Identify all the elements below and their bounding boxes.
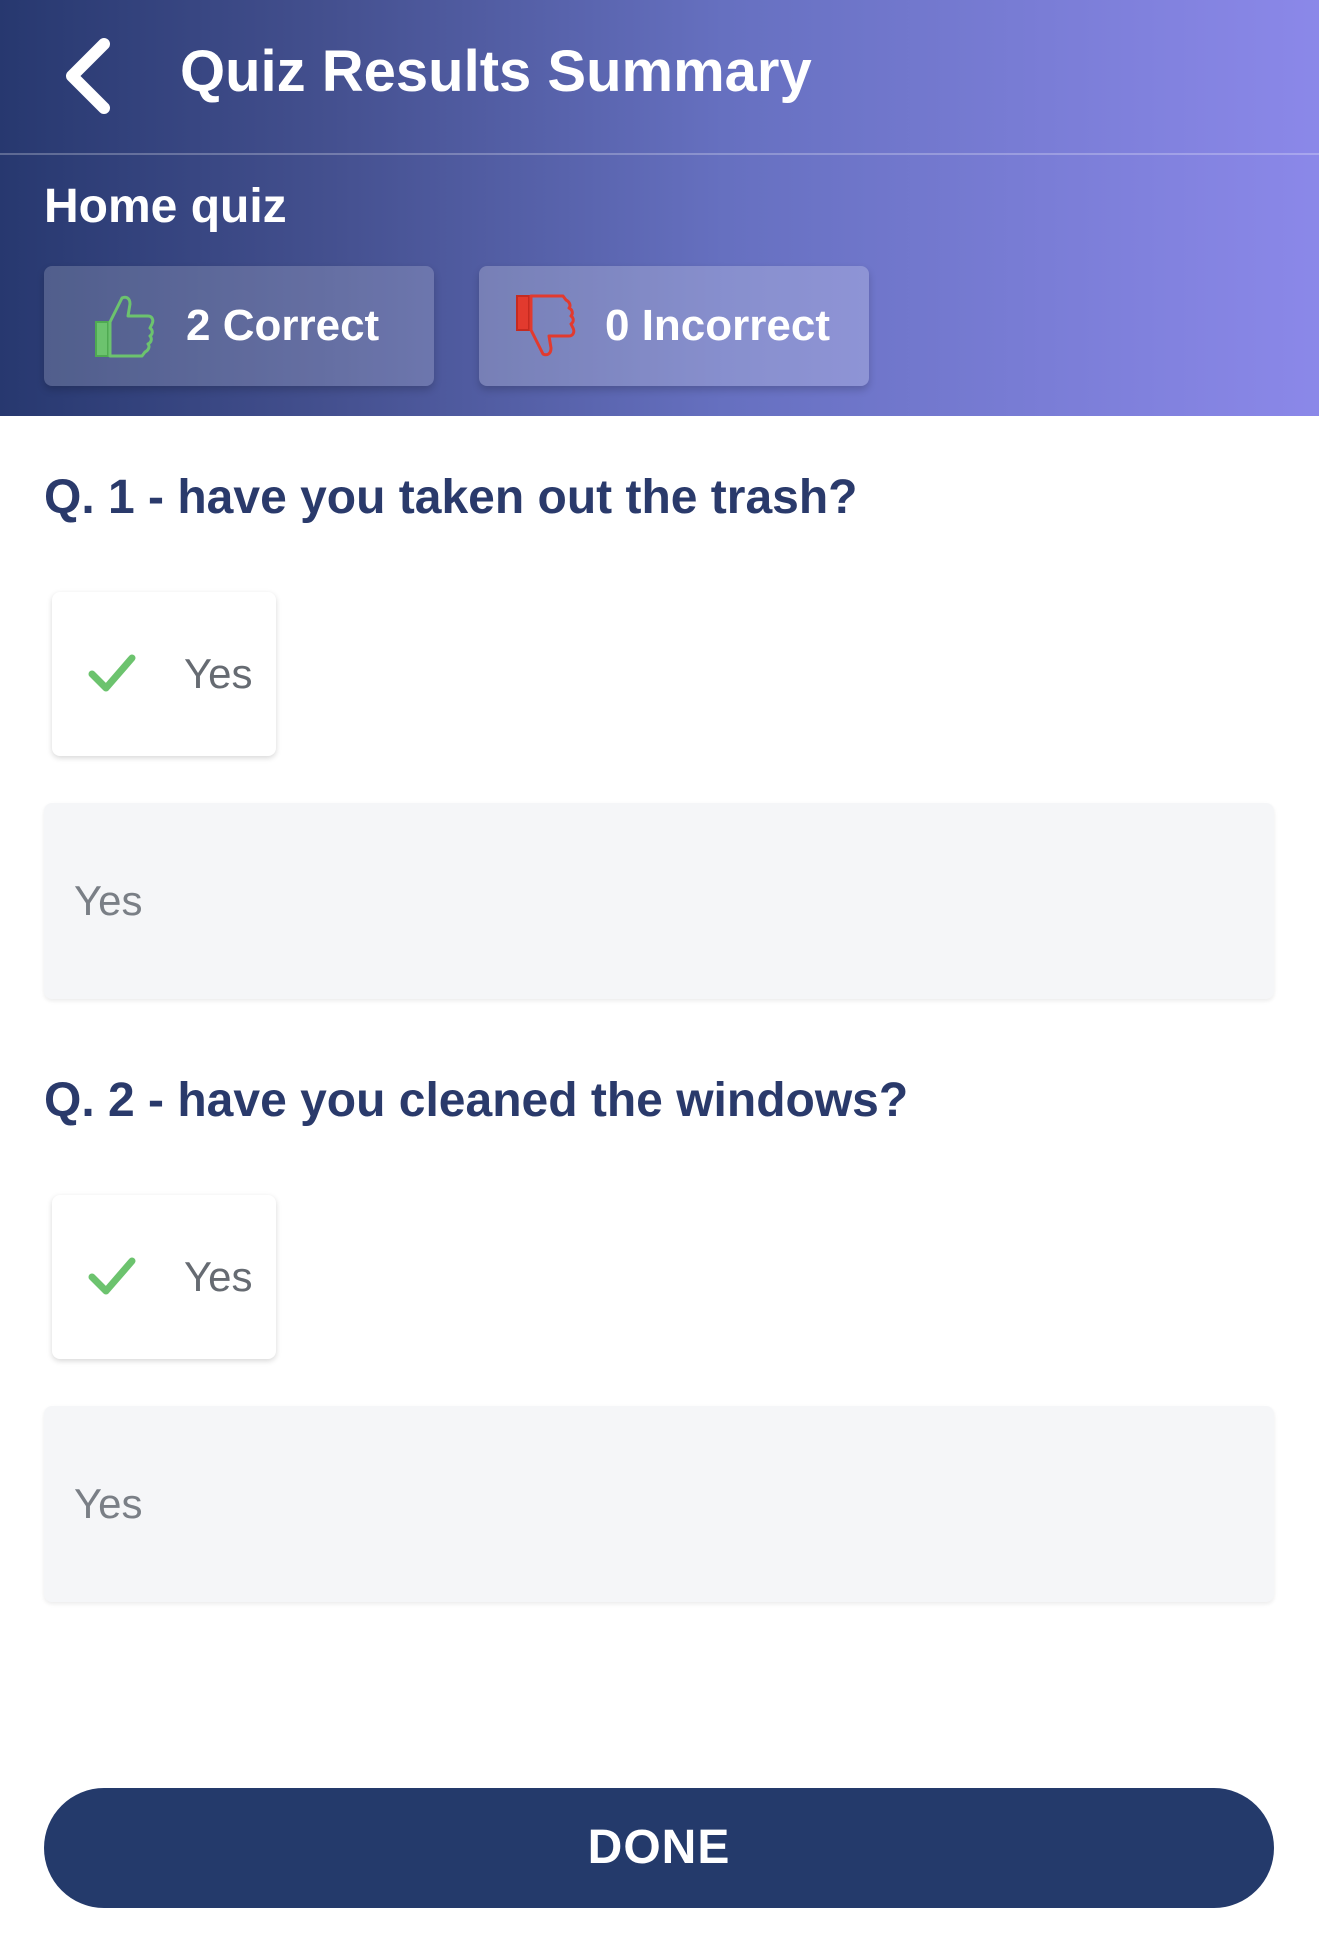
incorrect-count-badge: 0 Incorrect	[479, 266, 869, 386]
answer-option-label: Yes	[184, 1253, 253, 1300]
back-button[interactable]	[52, 34, 132, 118]
thumbs-up-icon	[92, 292, 156, 360]
response-box: Yes	[44, 1406, 1274, 1602]
thumbs-down-icon	[513, 292, 577, 360]
answer-option[interactable]: Yes	[52, 1195, 276, 1359]
quiz-name: Home quiz	[44, 180, 287, 233]
question-title: Q. 1 - have you taken out the trash?	[44, 471, 858, 524]
answer-option[interactable]: Yes	[52, 592, 276, 756]
response-text: Yes	[74, 1480, 143, 1527]
done-button[interactable]: DONE	[44, 1788, 1274, 1908]
check-icon	[86, 1253, 138, 1297]
correct-count-badge: 2 Correct	[44, 266, 434, 386]
incorrect-count-label: 0 Incorrect	[605, 301, 830, 350]
chevron-left-icon	[66, 38, 110, 114]
results-header: Quiz Results Summary Home quiz 2 Correct…	[0, 0, 1319, 416]
answer-option-label: Yes	[184, 650, 253, 697]
response-text: Yes	[74, 877, 143, 924]
check-icon	[86, 650, 138, 694]
response-box: Yes	[44, 803, 1274, 999]
page-title: Quiz Results Summary	[180, 39, 812, 104]
question-title: Q. 2 - have you cleaned the windows?	[44, 1074, 909, 1127]
top-app-bar: Quiz Results Summary	[0, 0, 1319, 155]
correct-count-label: 2 Correct	[186, 301, 380, 350]
